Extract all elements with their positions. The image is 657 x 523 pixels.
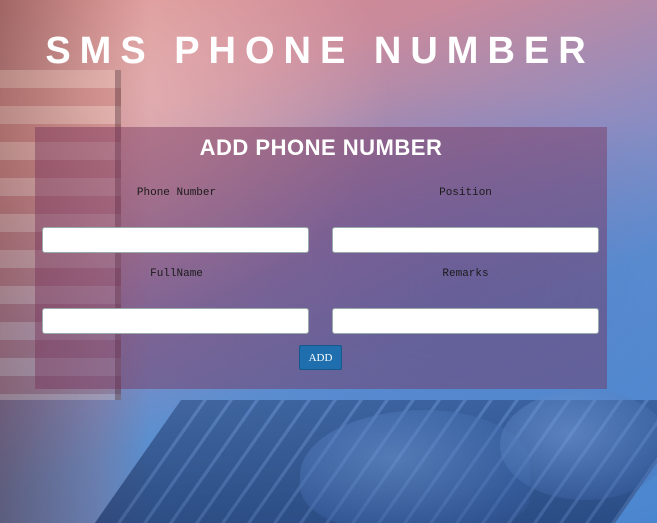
background-hand-right — [500, 390, 657, 500]
full-name-input[interactable] — [42, 308, 309, 334]
full-name-label: FullName — [150, 268, 203, 280]
page-title: SMS PHONE NUMBER — [45, 30, 595, 72]
add-button[interactable]: ADD — [299, 345, 342, 370]
remarks-label: Remarks — [442, 268, 489, 280]
remarks-input[interactable] — [332, 308, 599, 334]
position-label: Position — [439, 187, 492, 199]
position-input[interactable] — [332, 227, 599, 253]
add-phone-form-panel: ADD PHONE NUMBER Phone Number Position F… — [35, 127, 607, 389]
phone-number-label: Phone Number — [136, 187, 217, 199]
form-title: ADD PHONE NUMBER — [199, 135, 443, 160]
phone-number-input[interactable] — [42, 227, 309, 253]
